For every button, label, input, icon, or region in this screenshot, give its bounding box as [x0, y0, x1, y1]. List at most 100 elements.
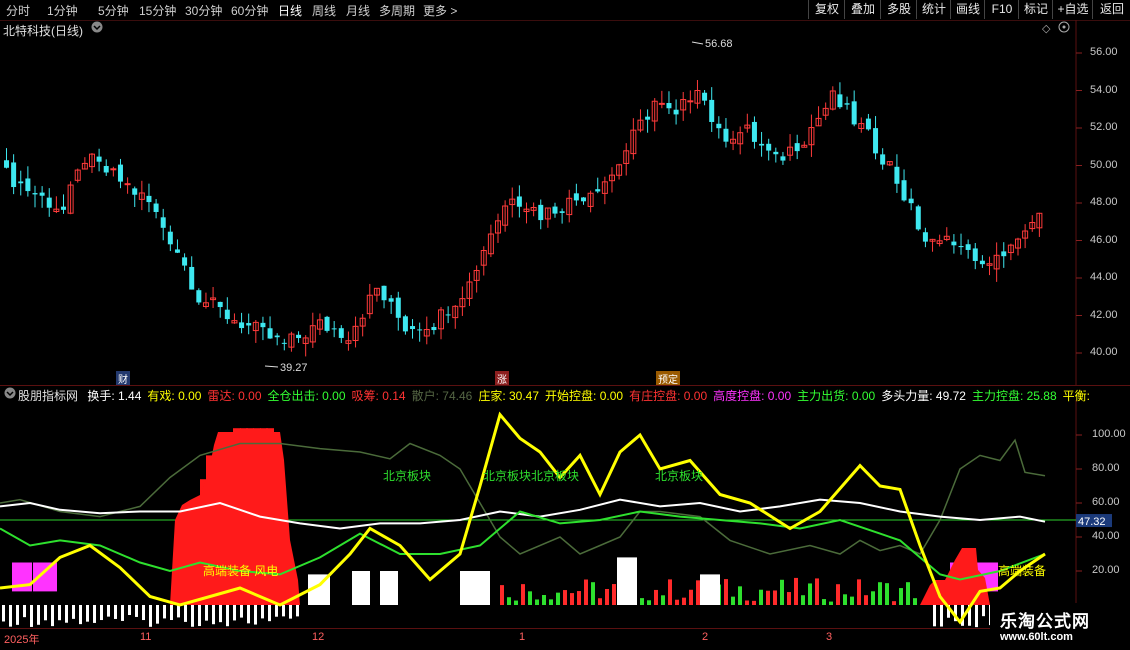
low-price-label: 39.27 [280, 362, 308, 374]
f10-button[interactable]: F10 [984, 0, 1019, 19]
tab-daily[interactable]: 日线 [278, 2, 302, 19]
candle-body-down [146, 195, 152, 203]
time-label-mar: 3 [826, 631, 833, 643]
candle-body-down [666, 103, 672, 109]
tab-more[interactable]: 更多 > [423, 2, 457, 19]
tab-1min[interactable]: 1分钟 [47, 2, 78, 19]
duogu-button[interactable]: 多股 [880, 0, 917, 19]
white-box [460, 571, 490, 605]
base-bar [86, 605, 89, 622]
mid-bar [759, 589, 763, 605]
candle-body-down [239, 322, 245, 329]
candle-body-down [182, 257, 188, 266]
candle-body-down [11, 162, 17, 188]
candle-body-down [723, 128, 729, 142]
tab-5min[interactable]: 5分钟 [98, 2, 129, 19]
base-bar [254, 605, 257, 625]
candle-body-down [880, 154, 886, 165]
mid-bar [640, 598, 644, 605]
tab-monthly[interactable]: 月线 [346, 2, 370, 19]
base-bar [191, 605, 194, 627]
base-bar [982, 605, 985, 617]
white-box [617, 557, 637, 605]
candle-body-down [979, 260, 985, 265]
fuquan-button[interactable]: 复权 [808, 0, 845, 19]
candle-body-down [673, 109, 679, 115]
limit-up-marker[interactable]: 涨 [495, 371, 509, 386]
tab-fenshi[interactable]: 分时 [6, 2, 30, 19]
mid-bar [549, 599, 553, 605]
candle-body-down [922, 232, 928, 242]
base-bar [933, 605, 936, 627]
mid-bar [598, 598, 602, 605]
mid-bar [675, 599, 679, 605]
tab-weekly[interactable]: 周线 [312, 2, 336, 19]
tab-30min[interactable]: 30分钟 [185, 2, 222, 19]
base-bar [44, 605, 47, 621]
candle-body-down [331, 328, 337, 330]
mid-bar [661, 595, 665, 605]
time-label-dec: 12 [312, 631, 325, 643]
mid-bar [822, 599, 826, 605]
candle-body-down [96, 156, 102, 162]
preview-marker[interactable]: 预定 [656, 371, 680, 386]
mid-bar [654, 589, 658, 605]
base-bar [79, 605, 82, 625]
beijing-label-2: 北京板块北京板块 [483, 469, 579, 483]
candle-body-down [167, 231, 173, 245]
base-bar [170, 605, 173, 621]
time-label-feb: 2 [702, 631, 709, 643]
indicator-chart: 47.32北京板块 北京板块北京板块 北京板块高端装备 风电 高端装备 [0, 400, 1112, 628]
price-axis-label: 42.00 [1090, 308, 1118, 321]
finance-marker[interactable]: 财 [116, 371, 130, 386]
candle-body-down [39, 192, 45, 196]
diejia-button[interactable]: 叠加 [844, 0, 881, 19]
tab-15min[interactable]: 15分钟 [139, 2, 176, 19]
base-bar [289, 605, 292, 619]
tongji-button[interactable]: 统计 [916, 0, 951, 19]
base-bar [72, 605, 75, 619]
mid-bar [731, 596, 735, 605]
huaxian-button[interactable]: 画线 [950, 0, 985, 19]
candle-body-down [794, 143, 800, 152]
high-price-label: 56.68 [705, 38, 733, 50]
green-line [0, 510, 1046, 581]
tab-multi-period[interactable]: 多周期 [379, 2, 415, 19]
watermark-title: 乐淘公式网 [1000, 612, 1090, 631]
time-label-nov: 11 [140, 631, 152, 643]
candle-body-down [402, 316, 408, 332]
candle-body-down [46, 197, 52, 208]
candle-body-down [395, 297, 401, 318]
ind-axis-label: 20.00 [1092, 564, 1120, 576]
mid-bar [801, 595, 805, 605]
mid-bar [521, 584, 525, 605]
base-bar [121, 605, 124, 621]
candle-body-down [773, 151, 779, 155]
price-chart: 56.68 39.27 [4, 20, 1082, 385]
mid-bar [584, 579, 588, 605]
mid-bar [689, 589, 693, 605]
candle-body-down [844, 103, 850, 105]
beijing-label-3: 北京板块 [655, 469, 703, 483]
mid-bar [612, 584, 616, 605]
back-button[interactable]: 返回 [1092, 0, 1130, 19]
beijing-label-1: 北京板块 [383, 469, 431, 483]
tab-60min[interactable]: 60分钟 [231, 2, 268, 19]
candle-body-down [196, 290, 202, 303]
mid-bar [885, 583, 889, 605]
mid-bar [906, 582, 910, 605]
biaoji-button[interactable]: 标记 [1018, 0, 1053, 19]
base-bar [198, 605, 201, 627]
high-pointer [691, 41, 704, 45]
candle-body-down [837, 94, 843, 108]
price-axis-label: 46.00 [1090, 233, 1118, 246]
add-favorite-button[interactable]: +自选 [1052, 0, 1093, 19]
base-bar [142, 605, 145, 621]
mid-bar [850, 596, 854, 605]
candle-body-down [25, 178, 31, 192]
candle-body-down [901, 180, 907, 201]
base-bar [37, 605, 40, 625]
candle-body-down [296, 334, 302, 339]
mid-bar [738, 586, 742, 605]
base-bar [177, 605, 180, 618]
